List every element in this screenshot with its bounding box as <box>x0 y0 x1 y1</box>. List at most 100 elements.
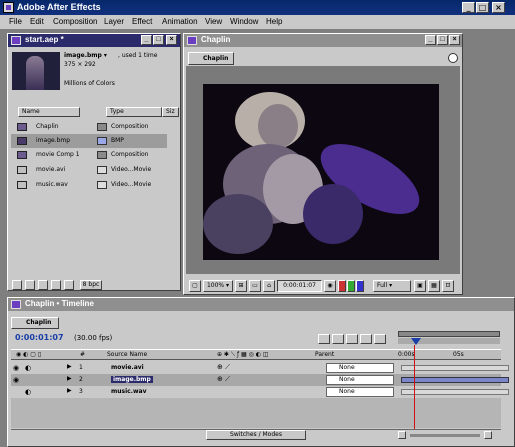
mask-view-icon[interactable]: ▭ <box>249 280 261 292</box>
expand-triangle-icon[interactable]: ▶ <box>67 387 72 394</box>
column-size[interactable]: Siz <box>162 107 179 117</box>
time-navigator[interactable] <box>398 331 500 337</box>
parent-dropdown[interactable]: None <box>326 387 394 397</box>
number-column-icon: # <box>80 351 86 358</box>
motion-blur-icon[interactable] <box>374 334 386 344</box>
timeline-tab-chaplin[interactable]: Chaplin <box>11 317 59 329</box>
zoom-slider[interactable] <box>410 434 480 437</box>
transparency-grid-icon[interactable]: ▦ <box>428 280 440 292</box>
project-item-type: Composition <box>111 151 149 158</box>
audio-icon[interactable]: ◐ <box>25 388 35 396</box>
parent-dropdown[interactable]: None <box>326 375 394 385</box>
timeline-empty-area[interactable] <box>11 398 501 428</box>
comp-maximize-button[interactable]: □ <box>437 35 448 45</box>
source-name-column[interactable]: Source Name <box>107 351 147 358</box>
maximize-button[interactable]: □ <box>476 2 489 13</box>
project-minimize-button[interactable]: _ <box>141 35 152 45</box>
project-close-button[interactable]: × <box>166 35 177 45</box>
comp-close-button[interactable]: × <box>449 35 460 45</box>
close-button[interactable]: × <box>492 2 505 13</box>
comp-flowchart-icon[interactable]: ⊡ <box>442 280 454 292</box>
switch-icon[interactable]: ⊕ ⟋ <box>217 375 230 384</box>
label-swatch[interactable] <box>97 166 107 174</box>
tab-chaplin[interactable]: Chaplin <box>188 52 234 65</box>
after-effects-icon <box>3 2 14 13</box>
resolution-dropdown[interactable]: Full ▾ <box>373 280 411 292</box>
expand-triangle-icon[interactable]: ▶ <box>67 363 72 370</box>
project-item[interactable]: music.wav Video...Movie <box>11 178 167 192</box>
menu-help[interactable]: Help <box>266 17 282 26</box>
draft-3d-icon[interactable] <box>332 334 344 344</box>
project-item[interactable]: movie.avi Video...Movie <box>11 163 167 177</box>
project-maximize-button[interactable]: □ <box>153 35 164 45</box>
layer-name[interactable]: music.wav <box>111 388 147 395</box>
find-icon[interactable] <box>12 280 22 290</box>
timeline-titlebar: Chaplin • Timeline <box>8 298 514 311</box>
menu-animation[interactable]: Animation <box>162 17 198 26</box>
safe-zones-icon[interactable]: ⊞ <box>235 280 247 292</box>
parent-dropdown[interactable]: None <box>326 363 394 373</box>
menu-layer[interactable]: Layer <box>104 17 124 26</box>
project-item[interactable]: movie Comp 1 Composition <box>11 148 167 162</box>
comp-timecode[interactable]: 0:00:01:07 <box>277 280 322 292</box>
menu-effect[interactable]: Effect <box>132 17 152 26</box>
zoom-in-icon[interactable] <box>484 431 492 439</box>
show-snapshot-icon[interactable]: ◉ <box>324 280 336 292</box>
trash-icon[interactable] <box>38 280 48 290</box>
snapshot-icon[interactable]: ⌂ <box>263 280 275 292</box>
blue-channel-icon[interactable] <box>356 280 364 292</box>
minimize-button[interactable]: _ <box>462 2 475 13</box>
parent-column[interactable]: Parent <box>315 351 334 358</box>
panel-menu-icon[interactable] <box>448 53 458 63</box>
always-preview-icon[interactable]: ▢ <box>189 280 201 292</box>
parent-value: None <box>339 388 355 395</box>
layer-row[interactable]: ◉ ▶ 2 image.bmp ⊕ ⟋ None <box>11 374 509 386</box>
red-channel-icon[interactable] <box>338 280 346 292</box>
composition-frame[interactable] <box>203 84 439 260</box>
label-swatch[interactable] <box>97 137 107 145</box>
project-item[interactable]: image.bmp BMP <box>11 134 167 148</box>
layer-row[interactable]: ◐ ▶ 3 music.wav None <box>11 386 509 398</box>
eye-icon[interactable]: ◉ <box>13 364 23 372</box>
menu-edit[interactable]: Edit <box>30 17 44 26</box>
render-icon[interactable] <box>64 280 74 290</box>
expand-triangle-icon[interactable]: ▶ <box>67 375 72 382</box>
playhead-line[interactable] <box>414 345 415 430</box>
column-type[interactable]: Type <box>106 107 162 117</box>
layer-duration-bar[interactable] <box>401 377 509 383</box>
shy-layers-icon[interactable] <box>346 334 358 344</box>
region-of-interest-icon[interactable]: ▣ <box>414 280 426 292</box>
layer-name[interactable]: image.bmp <box>111 376 153 383</box>
layer-row[interactable]: ◉ ◐ ▶ 1 movie.avi ⊕ ⟋ None <box>11 362 509 374</box>
switches-modes-toggle[interactable]: Switches / Modes <box>206 430 306 440</box>
eye-icon[interactable]: ◉ <box>13 376 23 384</box>
layer-name[interactable]: movie.avi <box>111 364 144 371</box>
frame-blending-icon[interactable] <box>360 334 372 344</box>
menu-composition[interactable]: Composition <box>53 17 97 26</box>
comp-marker-icon[interactable] <box>318 334 330 344</box>
green-channel-icon[interactable] <box>347 280 355 292</box>
bit-depth-button[interactable]: 8 bpc <box>80 280 102 290</box>
label-swatch[interactable] <box>97 181 107 189</box>
menu-file[interactable]: File <box>9 17 22 26</box>
zoom-dropdown[interactable]: 100% ▾ <box>203 280 233 292</box>
new-comp-icon[interactable] <box>51 280 61 290</box>
column-name[interactable]: Name <box>18 107 80 117</box>
layer-duration-bar[interactable] <box>401 365 509 371</box>
timeline-timecode[interactable]: 0:00:01:07 <box>15 333 64 342</box>
selected-item-name[interactable]: image.bmp ▾ <box>64 52 107 59</box>
label-swatch[interactable] <box>97 151 107 159</box>
project-item[interactable]: Chaplin Composition <box>11 120 167 134</box>
zoom-out-icon[interactable] <box>398 431 406 439</box>
menu-view[interactable]: View <box>205 17 222 26</box>
comp-minimize-button[interactable]: _ <box>425 35 436 45</box>
switch-icon[interactable]: ⊕ ⟋ <box>217 363 230 372</box>
project-item-name: image.bmp <box>36 137 71 144</box>
label-swatch[interactable] <box>97 123 107 131</box>
audio-icon[interactable]: ◐ <box>25 364 35 372</box>
audio-file-icon <box>17 181 27 189</box>
layer-duration-bar[interactable] <box>401 389 509 395</box>
menu-window[interactable]: Window <box>230 17 258 26</box>
current-time-indicator[interactable] <box>411 338 421 345</box>
new-folder-icon[interactable] <box>25 280 35 290</box>
